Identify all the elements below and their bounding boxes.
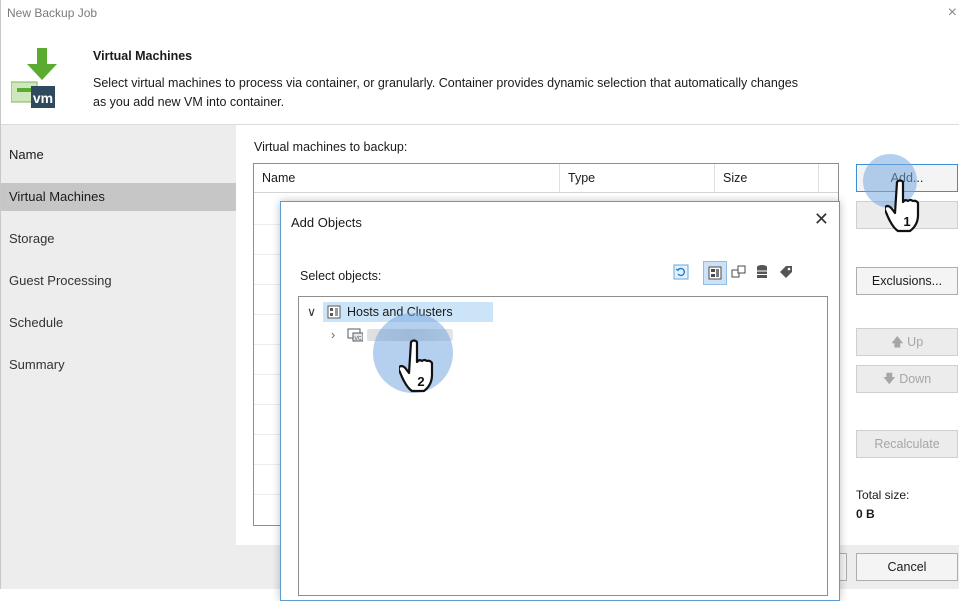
column-header-size[interactable]: Size xyxy=(715,164,819,192)
page-title: Virtual Machines xyxy=(93,49,193,63)
down-button[interactable]: 🡇 Down xyxy=(856,365,958,393)
hand-cursor-icon: 1 xyxy=(883,178,929,241)
tags-view-icon[interactable] xyxy=(775,261,797,283)
hand-cursor-icon: 2 xyxy=(397,338,443,401)
vm-list-label: Virtual machines to backup: xyxy=(254,140,408,154)
select-objects-label: Select objects: xyxy=(300,269,382,283)
window-close-button[interactable]: × xyxy=(948,4,957,22)
datastores-view-icon[interactable] xyxy=(751,261,773,283)
vm-list-header: Name Type Size xyxy=(254,164,838,193)
recalculate-button[interactable]: Recalculate xyxy=(856,430,958,458)
step-number-2: 2 xyxy=(417,374,424,389)
arrow-down-icon: 🡇 xyxy=(882,372,896,386)
new-backup-job-window: New Backup Job × vm Virtual Machines Sel… xyxy=(0,0,959,601)
window-title: New Backup Job xyxy=(7,6,98,20)
column-header-name[interactable]: Name xyxy=(254,164,560,192)
arrow-up-icon: 🡅 xyxy=(890,335,904,349)
step-guest-processing[interactable]: Guest Processing xyxy=(1,267,236,295)
hosts-and-clusters-icon xyxy=(327,305,341,325)
svg-text:VC: VC xyxy=(355,336,362,342)
column-header-type[interactable]: Type xyxy=(560,164,715,192)
hosts-and-clusters-view-icon[interactable] xyxy=(703,261,727,285)
step-summary[interactable]: Summary xyxy=(1,351,236,379)
vcenter-icon: VC xyxy=(347,328,364,348)
wizard-steps-sidebar: Name Virtual Machines Storage Guest Proc… xyxy=(1,125,236,545)
vm-badge-text: vm xyxy=(33,90,53,106)
total-size-value: 0 B xyxy=(856,507,875,521)
up-button[interactable]: 🡅 Up xyxy=(856,328,958,356)
exclusions-button[interactable]: Exclusions... xyxy=(856,267,958,295)
step-number-1: 1 xyxy=(903,214,910,229)
page-description: Select virtual machines to process via c… xyxy=(93,76,798,109)
refresh-icon[interactable] xyxy=(670,261,692,283)
step-name[interactable]: Name xyxy=(1,141,236,169)
vms-and-templates-view-icon[interactable] xyxy=(728,261,750,283)
chevron-right-icon[interactable]: › xyxy=(331,325,335,345)
dialog-close-button[interactable]: ✕ xyxy=(814,209,829,230)
up-button-label: Up xyxy=(907,335,924,349)
cancel-button[interactable]: Cancel xyxy=(856,553,958,581)
step-schedule[interactable]: Schedule xyxy=(1,309,236,337)
total-size-label: Total size: xyxy=(856,488,910,502)
chevron-down-icon[interactable]: ∨ xyxy=(307,302,316,322)
vm-download-icon: vm xyxy=(10,44,91,112)
down-button-label: Down xyxy=(899,372,932,386)
step-storage[interactable]: Storage xyxy=(1,225,236,253)
dialog-title: Add Objects xyxy=(291,215,362,230)
add-objects-dialog: Add Objects ✕ Select objects: ∨ Hosts an… xyxy=(280,201,840,601)
step-virtual-machines[interactable]: Virtual Machines xyxy=(1,183,236,211)
